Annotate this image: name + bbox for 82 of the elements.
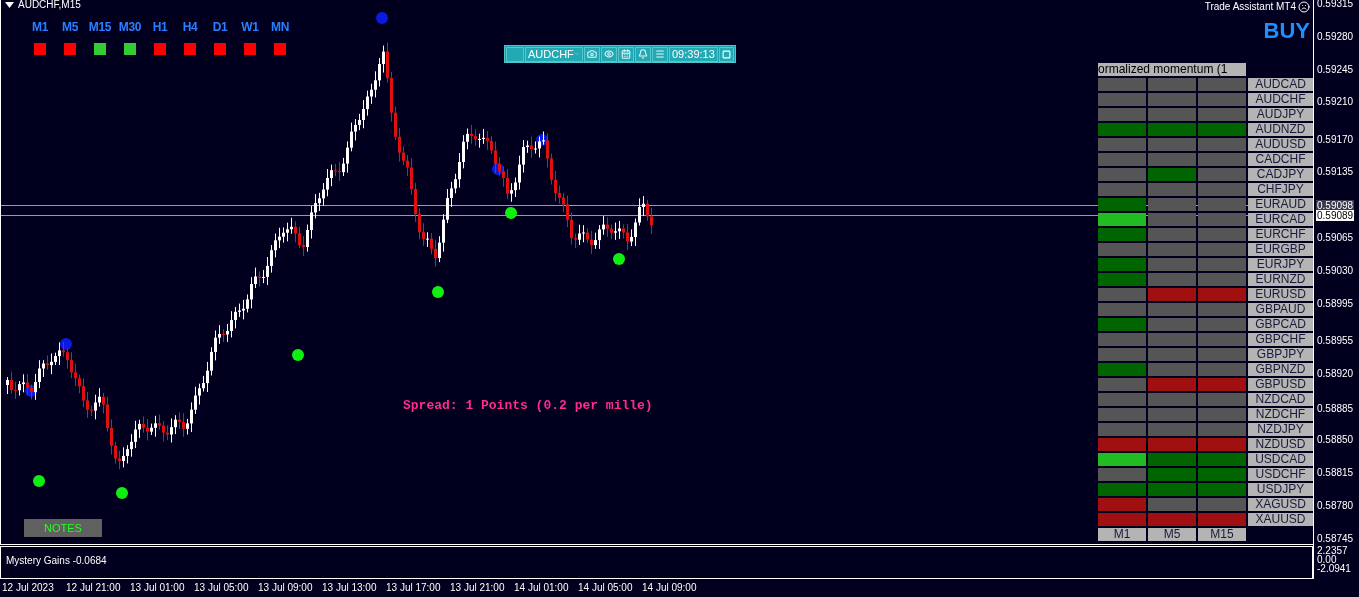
symbol-label: EURGBP: [1248, 243, 1313, 256]
price-label: 0.59030: [1316, 265, 1355, 276]
timeframe-label: W1: [241, 19, 259, 36]
price-label: 0.59089: [1316, 210, 1355, 221]
symbol-label: EURCAD: [1248, 213, 1313, 226]
symbol-label: GBPCAD: [1248, 318, 1313, 331]
symbol-label: EURJPY: [1248, 258, 1313, 271]
price-label: 0.58955: [1316, 335, 1355, 346]
symbol-label: AUDJPY: [1248, 108, 1313, 121]
symbol-label: GBPNZD: [1248, 363, 1313, 376]
price-label: 0.58885: [1316, 403, 1355, 414]
symbol-label: USDCAD: [1248, 453, 1313, 466]
symbol-label: GBPJPY: [1248, 348, 1313, 361]
symbol-label: GBPAUD: [1248, 303, 1313, 316]
symbol-label: NZDCHF: [1248, 408, 1313, 421]
price-label: 0.59135: [1316, 166, 1355, 177]
timeframe-label: M5: [61, 19, 79, 36]
symbol-label: XAGUSD: [1248, 498, 1313, 511]
timeframe-label: M1: [31, 19, 49, 36]
notes-button[interactable]: NOTES: [24, 519, 102, 537]
panel-header: ormalized momentum (1: [1098, 63, 1246, 76]
indicator-title: Mystery Gains -0.0684: [6, 555, 107, 566]
timeframe-header: M15: [1198, 528, 1246, 541]
price-label: 0.59315: [1316, 0, 1355, 9]
time-label: 14 Jul 01:00: [514, 581, 570, 595]
symbol-label: USDCHF: [1248, 468, 1313, 481]
symbol-label: NZDCAD: [1248, 393, 1313, 406]
price-label: 0.58920: [1316, 368, 1355, 379]
symbol-label: NZDJPY: [1248, 423, 1313, 436]
symbol-label: GBPUSD: [1248, 378, 1313, 391]
symbol-label: XAUUSD: [1248, 513, 1313, 526]
symbol-label: CHFJPY: [1248, 183, 1313, 196]
clock-time: 09:39:13: [669, 46, 718, 62]
time-label: 14 Jul 05:00: [578, 581, 634, 595]
time-label: 12 Jul 2023: [2, 581, 55, 595]
indicator-axis-label: 0.00: [1317, 555, 1337, 564]
price-label: 0.58850: [1316, 434, 1355, 445]
spread-text: Spread: 1 Points (0.2 per mille): [403, 397, 653, 415]
symbol-dropdown[interactable]: AUDCHF: [525, 46, 583, 62]
signal-label: BUY: [1263, 19, 1310, 43]
price-label: 0.58815: [1316, 467, 1355, 478]
indicator-axis-label: 2.2357: [1317, 546, 1349, 555]
time-label: 13 Jul 05:00: [194, 581, 250, 595]
symbol-label: EURNZD: [1248, 273, 1313, 286]
time-label: 14 Jul 09:00: [642, 581, 698, 595]
time-label: 13 Jul 01:00: [130, 581, 186, 595]
symbol-label: USDJPY: [1248, 483, 1313, 496]
symbol-label: NZDUSD: [1248, 438, 1313, 451]
price-label: 0.58780: [1316, 500, 1355, 511]
timeframe-label: MN: [270, 19, 290, 36]
price-label: 0.59170: [1316, 134, 1355, 145]
price-label: 0.59065: [1316, 232, 1355, 243]
time-label: 13 Jul 13:00: [322, 581, 378, 595]
time-label: 13 Jul 17:00: [386, 581, 442, 595]
symbol-label: AUDUSD: [1248, 138, 1313, 151]
time-label: 12 Jul 21:00: [66, 581, 122, 595]
symbol-label: EURUSD: [1248, 288, 1313, 301]
trade-assistant-label: Trade Assistant MT4: [1204, 0, 1296, 14]
timeframe-label: H1: [152, 19, 168, 36]
chart-title: AUDCHF,M15: [18, 0, 81, 10]
time-label: 13 Jul 21:00: [450, 581, 506, 595]
symbol-label: AUDNZD: [1248, 123, 1313, 136]
symbol-label: CADCHF: [1248, 153, 1313, 166]
timeframe-label: M15: [88, 19, 112, 36]
price-label: 0.58745: [1316, 533, 1355, 544]
timeframe-label: H4: [182, 19, 198, 36]
price-label: 0.59245: [1316, 64, 1355, 75]
price-label: 0.58995: [1316, 298, 1355, 309]
timeframe-label: M30: [118, 19, 142, 36]
price-label: 0.59280: [1316, 31, 1355, 42]
indicator-axis-label: -2.0941: [1317, 564, 1352, 573]
symbol-label: AUDCHF: [1248, 93, 1313, 106]
symbol-label: CADJPY: [1248, 168, 1313, 181]
timeframe-header: M5: [1148, 528, 1196, 541]
symbol-label: GBPCHF: [1248, 333, 1313, 346]
symbol-label: EURCHF: [1248, 228, 1313, 241]
time-label: 13 Jul 09:00: [258, 581, 314, 595]
timeframe-header: M1: [1098, 528, 1146, 541]
price-label: 0.59210: [1316, 96, 1355, 107]
symbol-label: EURAUD: [1248, 198, 1313, 211]
symbol-label: AUDCAD: [1248, 78, 1313, 91]
timeframe-label: D1: [212, 19, 228, 36]
